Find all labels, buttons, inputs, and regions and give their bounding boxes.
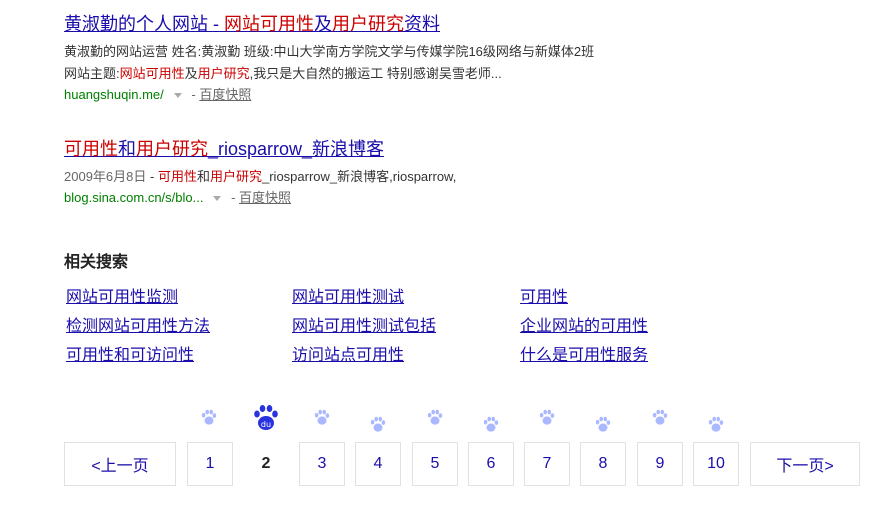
paw-icon (708, 416, 724, 432)
page-link[interactable]: 10 (693, 442, 739, 486)
paw-icon (201, 409, 217, 425)
related-search-link[interactable]: 可用性 (520, 283, 568, 307)
search-result: 可用性和用户研究_riosparrow_新浪博客 2009年6月8日 - 可用性… (64, 138, 456, 208)
paw-icon (427, 409, 443, 425)
result-url-row: blog.sina.com.cn/s/blo... - 百度快照 (64, 190, 292, 205)
snapshot-link[interactable]: 百度快照 (199, 87, 251, 102)
related-search-heading: 相关搜索 (64, 254, 129, 271)
title-text: 和 (118, 139, 136, 159)
title-text: 及 (314, 14, 332, 34)
logo-text: du (261, 420, 271, 429)
title-text: 黄淑勤的个人网站 - (64, 14, 224, 34)
snapshot-link[interactable]: 百度快照 (239, 190, 291, 205)
title-text: _riosparrow_新浪博客 (208, 139, 385, 159)
related-search-link[interactable]: 企业网站的可用性 (520, 312, 648, 336)
paw-icon (595, 416, 611, 432)
result-date: 2009年6月8日 (64, 169, 147, 184)
result-url: blog.sina.com.cn/s/blo... (64, 190, 204, 205)
related-search-link[interactable]: 访问站点可用性 (292, 341, 404, 365)
related-search-link[interactable]: 网站可用性测试 (292, 283, 404, 307)
result-abstract: 黄淑勤的网站运营 姓名:黄淑勤 班级:中山大学南方学院文学与传媒学院16级网络与… (64, 41, 594, 85)
title-highlight: 用户研究 (136, 139, 208, 159)
result-url: huangshuqin.me/ (64, 87, 164, 102)
paw-icon (314, 409, 330, 425)
related-search-link[interactable]: 可用性和可访问性 (66, 341, 194, 365)
paw-icon (483, 416, 499, 432)
result-abstract: 2009年6月8日 - 可用性和用户研究_riosparrow_新浪博客,rio… (64, 169, 457, 184)
title-highlight: 可用性 (64, 139, 118, 159)
related-search-link[interactable]: 网站可用性测试包括 (292, 312, 436, 336)
baidu-paw-logo-icon: du (254, 405, 278, 430)
dropdown-arrow-icon[interactable] (173, 92, 182, 98)
current-page: 2 (261, 455, 271, 472)
abstract-line: 网站主题:网站可用性及用户研究,我只是大自然的搬运工 特别感谢吴雪老师... (64, 66, 502, 81)
page-link[interactable]: 9 (637, 442, 683, 486)
related-search-link[interactable]: 什么是可用性服务 (520, 341, 648, 365)
page-link[interactable]: 6 (468, 442, 514, 486)
page-link[interactable]: 8 (580, 442, 626, 486)
prev-page-button[interactable]: <上一页 (64, 442, 176, 486)
page-link[interactable]: 4 (355, 442, 401, 486)
page-link[interactable]: 3 (299, 442, 345, 486)
title-highlight: 用户研究 (332, 14, 404, 34)
abstract-line: 黄淑勤的网站运营 姓名:黄淑勤 班级:中山大学南方学院文学与传媒学院16级网络与… (64, 44, 595, 59)
title-highlight: 网站可用性 (224, 14, 314, 34)
paw-icon (370, 416, 386, 432)
page-link[interactable]: 1 (187, 442, 233, 486)
next-page-button[interactable]: 下一页> (750, 442, 860, 486)
result-title-link[interactable]: 可用性和用户研究_riosparrow_新浪博客 (64, 138, 456, 160)
paw-icon (539, 409, 555, 425)
page-link[interactable]: 5 (412, 442, 458, 486)
related-search-link[interactable]: 检测网站可用性方法 (66, 312, 210, 336)
dropdown-arrow-icon[interactable] (213, 195, 222, 201)
result-url-row: huangshuqin.me/ - 百度快照 (64, 87, 252, 102)
related-search-link[interactable]: 网站可用性监测 (66, 283, 178, 307)
page-link[interactable]: 7 (524, 442, 570, 486)
paw-icon (652, 409, 668, 425)
title-text: 资料 (404, 14, 440, 34)
search-result: 黄淑勤的个人网站 - 网站可用性及用户研究资料 黄淑勤的网站运营 姓名:黄淑勤 … (64, 13, 594, 105)
result-title-link[interactable]: 黄淑勤的个人网站 - 网站可用性及用户研究资料 (64, 13, 594, 35)
